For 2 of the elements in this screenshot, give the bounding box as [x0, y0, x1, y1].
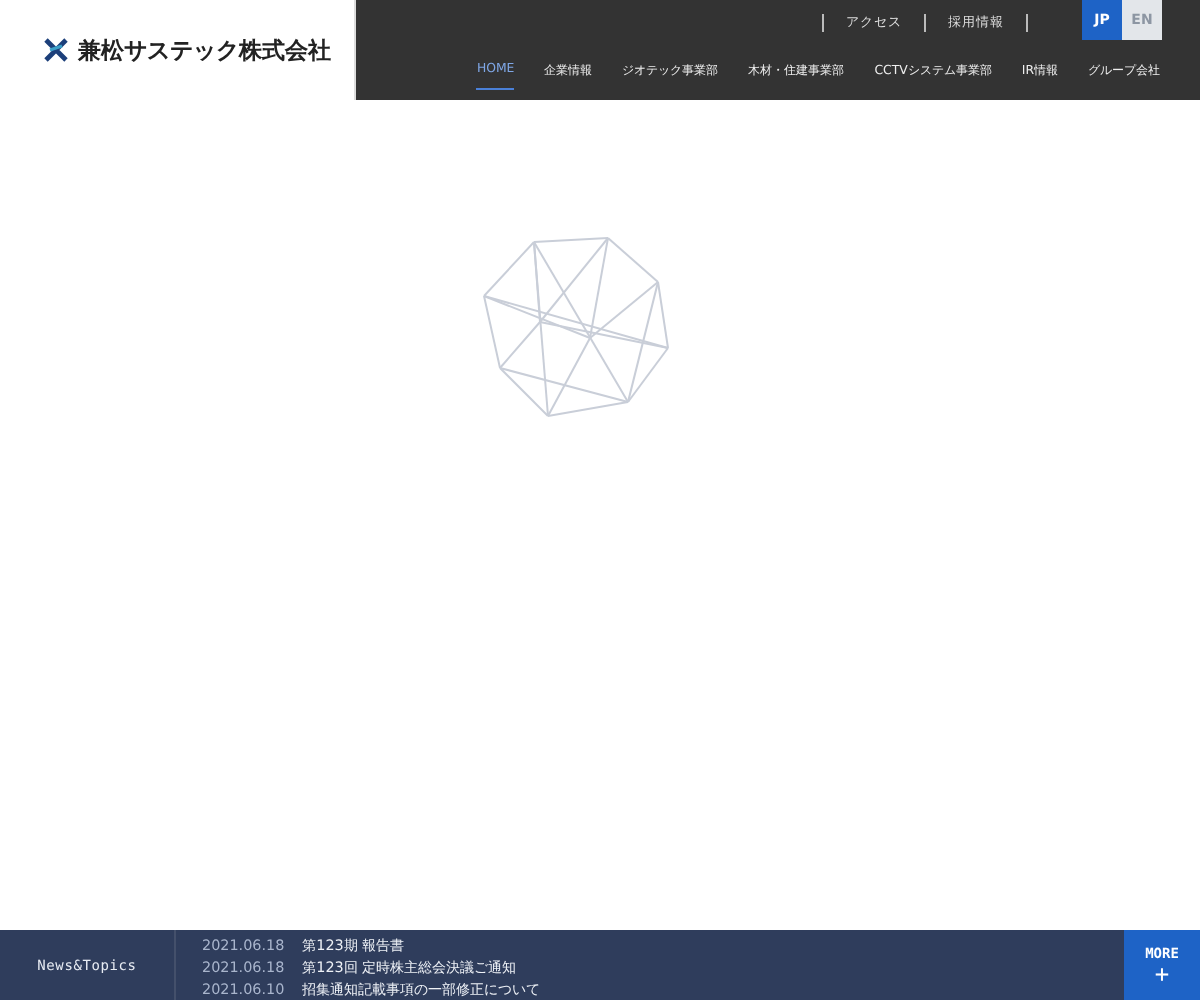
logo-icon: [44, 38, 68, 62]
company-logo-text[interactable]: 兼松サステック株式会社: [78, 35, 331, 65]
